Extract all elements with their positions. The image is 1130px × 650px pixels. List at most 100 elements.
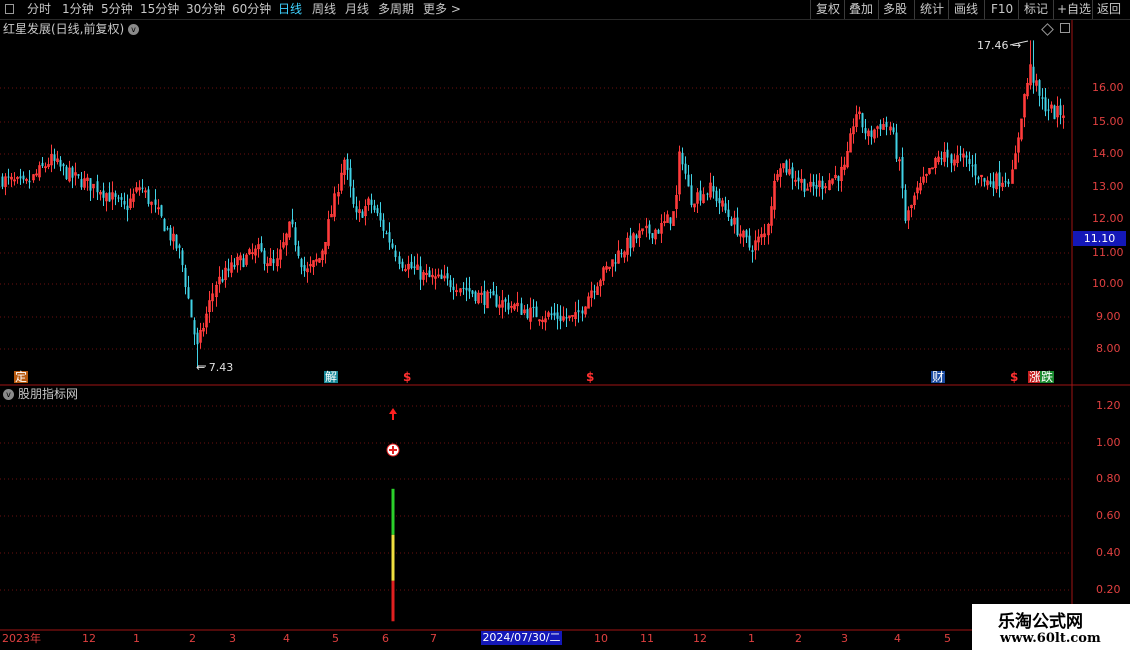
date-label: 2	[189, 632, 196, 645]
candle-body	[193, 320, 196, 335]
candle-body	[385, 233, 388, 235]
candle-body	[108, 192, 111, 202]
event-tag-die[interactable]: 跌	[1040, 371, 1055, 383]
candle-body	[837, 176, 840, 181]
candlestick-series	[1, 40, 1065, 368]
indicator-tick: 1.00	[1096, 436, 1121, 449]
candle-body	[419, 266, 422, 280]
candle-body	[690, 185, 693, 206]
candle-body	[712, 186, 715, 192]
candle-body	[706, 193, 709, 195]
candle-body	[724, 203, 727, 211]
low-price-label: ← 7.43	[196, 361, 234, 374]
candle-body	[959, 153, 962, 155]
candle-body	[504, 299, 507, 302]
candle-body	[361, 211, 364, 218]
candle-body	[581, 310, 584, 314]
candle-body	[535, 306, 538, 318]
candle-body	[550, 313, 553, 316]
signal-up-arrow-icon	[389, 408, 397, 420]
candle-body	[352, 187, 355, 205]
candle-body	[629, 235, 632, 249]
candle-body	[495, 294, 498, 307]
event-tag-dollar[interactable]: $	[1010, 371, 1018, 383]
candle-body	[657, 229, 660, 234]
candle-body	[221, 278, 224, 282]
candle-body	[879, 124, 882, 130]
date-label: 7	[430, 632, 437, 645]
price-tick: 11.00	[1092, 246, 1124, 259]
candle-body	[154, 199, 157, 205]
price-tick: 9.00	[1096, 310, 1121, 323]
candle-body	[233, 264, 236, 267]
indicator-tick: 0.80	[1096, 472, 1121, 485]
candle-body	[410, 261, 413, 269]
candle-body	[394, 250, 397, 258]
candle-body	[440, 274, 443, 279]
candle-body	[577, 310, 580, 313]
event-tag-ding[interactable]: 定	[14, 371, 29, 383]
event-tag-dollar[interactable]: $	[403, 371, 411, 383]
date-label: 10	[594, 632, 608, 645]
indicator-tick: 0.40	[1096, 546, 1121, 559]
candle-body	[89, 178, 92, 191]
indicator-tick: 0.60	[1096, 509, 1121, 522]
candle-body	[815, 184, 818, 189]
candle-body	[449, 280, 452, 288]
date-label: 3	[229, 632, 236, 645]
candle-body	[635, 235, 638, 239]
candle-body	[462, 287, 465, 289]
candle-body	[751, 250, 754, 252]
candle-body	[620, 253, 623, 255]
candle-body	[391, 243, 394, 248]
event-tag-dollar[interactable]: $	[586, 371, 594, 383]
candle-body	[974, 164, 977, 176]
candle-body	[465, 287, 468, 291]
date-label: 12	[693, 632, 707, 645]
kline-chart[interactable]	[0, 0, 1130, 650]
current-price-marker: 11.10	[1073, 231, 1126, 246]
date-label: 12	[82, 632, 96, 645]
date-label: 5	[332, 632, 339, 645]
price-tick: 14.00	[1092, 147, 1124, 160]
candle-body	[748, 235, 751, 248]
candle-body	[59, 159, 62, 167]
candle-body	[977, 177, 980, 180]
candle-body	[117, 197, 120, 199]
candle-body	[803, 179, 806, 192]
candle-body	[992, 181, 995, 189]
candle-body	[373, 205, 376, 210]
candle-body	[22, 175, 25, 180]
candle-body	[160, 205, 163, 217]
candle-body	[163, 218, 166, 232]
candle-body	[80, 179, 83, 188]
event-tag-cai[interactable]: 财	[931, 371, 946, 383]
candle-body	[260, 243, 263, 252]
candle-body	[492, 290, 495, 296]
candle-body	[946, 149, 949, 158]
candle-body	[376, 208, 379, 214]
candle-body	[950, 154, 953, 164]
watermark-url: www.60lt.com	[1000, 631, 1101, 646]
candle-body	[126, 205, 129, 211]
candle-body	[175, 234, 178, 249]
candle-body	[471, 290, 474, 294]
candle-body	[507, 302, 510, 310]
candle-body	[715, 190, 718, 202]
indicator-tick: 1.20	[1096, 399, 1121, 412]
candle-body	[401, 261, 404, 268]
event-tag-jie[interactable]: 解	[324, 371, 339, 383]
candle-body	[379, 212, 382, 221]
candle-body	[553, 312, 556, 316]
candle-body	[62, 164, 65, 167]
candle-body	[651, 233, 654, 239]
candle-body	[300, 258, 303, 268]
candle-body	[1038, 80, 1041, 96]
candle-body	[346, 159, 349, 170]
candle-body	[1059, 105, 1062, 115]
candle-body	[1007, 181, 1010, 184]
candle-body	[190, 299, 193, 318]
candle-body	[718, 198, 721, 204]
candle-body	[736, 217, 739, 236]
watermark: 乐淘公式网 www.60lt.com	[972, 604, 1130, 650]
